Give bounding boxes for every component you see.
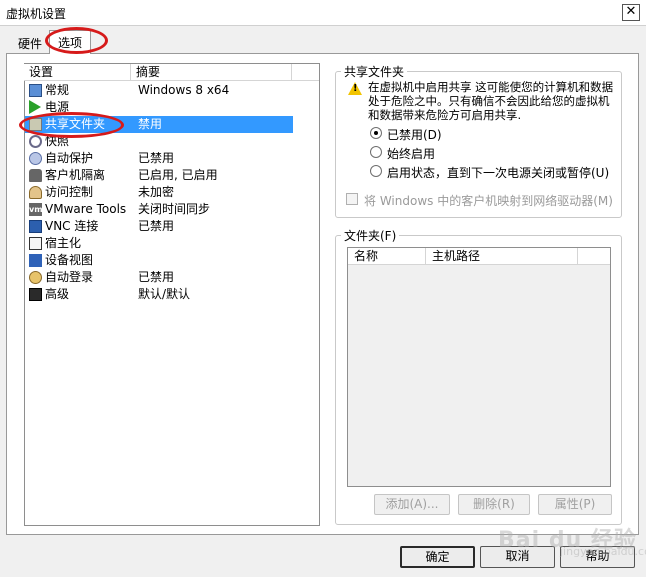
add-folder-button[interactable]: 添加(A)... (374, 494, 450, 515)
title-bar: 虚拟机设置 ✕ (0, 0, 646, 26)
folder-properties-button[interactable]: 属性(P) (538, 494, 612, 515)
warning-glyph: ! (353, 83, 358, 94)
settings-row-vmware-tools[interactable]: vm VMware Tools 关闭时间同步 (25, 201, 293, 218)
device-view-icon (29, 254, 42, 267)
radio-always-enabled[interactable] (370, 146, 382, 158)
settings-row-isolation[interactable]: 客户机隔离 已启用, 已启用 (25, 167, 293, 184)
radio-disabled-label[interactable]: 已禁用(D) (387, 126, 442, 143)
ok-button[interactable]: 确定 (400, 546, 475, 568)
row-summary: 已禁用 (138, 219, 175, 233)
close-button[interactable]: ✕ (622, 4, 640, 21)
settings-list-header: 设置 摘要 (24, 64, 319, 81)
row-name: 常规 (45, 83, 70, 97)
row-summary: 禁用 (138, 117, 163, 131)
row-summary: 关闭时间同步 (138, 202, 211, 216)
access-control-icon (29, 186, 42, 199)
map-network-drive-label[interactable]: 将 Windows 中的客户机映射到网络驱动器(M) (364, 192, 613, 209)
row-name: 自动登录 (45, 270, 94, 284)
row-name: VNC 连接 (45, 219, 99, 233)
settings-row-power[interactable]: 电源 (25, 99, 293, 116)
row-name: 访问控制 (45, 185, 94, 199)
map-network-drive-checkbox[interactable] (346, 193, 358, 205)
guest-icon (29, 237, 42, 250)
settings-row-advanced[interactable]: 高级 默认/默认 (25, 286, 293, 303)
row-name: 宿主化 (45, 236, 82, 250)
row-summary: 未加密 (138, 185, 175, 199)
column-header-name[interactable]: 名称 (348, 248, 426, 265)
settings-row-autoprotect[interactable]: 自动保护 已禁用 (25, 150, 293, 167)
settings-row-shared-folders[interactable]: 共享文件夹 禁用 (25, 116, 293, 133)
tab-options[interactable]: 选项 (49, 30, 92, 54)
radio-always-enabled-label[interactable]: 始终启用 (387, 145, 435, 162)
row-summary: 已禁用 (138, 151, 175, 165)
radio-disabled[interactable] (370, 127, 382, 139)
row-name: 共享文件夹 (45, 117, 106, 131)
row-summary: 已禁用 (138, 270, 175, 284)
row-name: 电源 (45, 100, 70, 114)
row-name: 快照 (45, 134, 70, 148)
settings-row-access-control[interactable]: 访问控制 未加密 (25, 184, 293, 201)
settings-row-snapshot[interactable]: 快照 (25, 133, 293, 150)
row-name: VMware Tools (45, 202, 127, 216)
settings-row-guest[interactable]: 宿主化 (25, 235, 293, 252)
column-header-summary[interactable]: 摘要 (131, 64, 292, 81)
settings-row-device-view[interactable]: 设备视图 (25, 252, 293, 269)
settings-row-vnc[interactable]: VNC 连接 已禁用 (25, 218, 293, 235)
row-summary: 默认/默认 (138, 287, 191, 301)
warning-text: 在虚拟机中启用共享 这可能使您的计算机和数据处于危险之中。只有确信不会因此给您的… (368, 80, 614, 122)
folders-table-header: 名称 主机路径 (348, 248, 610, 265)
row-name: 设备视图 (45, 253, 94, 267)
radio-enabled-until-off[interactable] (370, 165, 382, 177)
autoprotect-icon (29, 152, 42, 165)
shared-folders-group-label: 共享文件夹 (341, 63, 408, 80)
isolation-icon (29, 169, 42, 182)
vnc-icon (29, 220, 42, 233)
folders-table[interactable] (347, 247, 611, 487)
row-name: 自动保护 (45, 151, 94, 165)
row-name: 高级 (45, 287, 70, 301)
vmware-tools-icon: vm (29, 203, 43, 216)
column-header-host-path[interactable]: 主机路径 (426, 248, 578, 265)
settings-row-autologin[interactable]: 自动登录 已禁用 (25, 269, 293, 286)
window-title: 虚拟机设置 (6, 7, 67, 21)
settings-row-general[interactable]: 常规 Windows 8 x64 (25, 82, 293, 99)
row-name: 客户机隔离 (45, 168, 106, 182)
power-icon (29, 100, 41, 114)
column-header-setting[interactable]: 设置 (24, 64, 131, 81)
advanced-icon (29, 288, 42, 301)
folders-group-label: 文件夹(F) (341, 227, 400, 244)
monitor-icon (29, 84, 42, 97)
autologin-icon (29, 271, 42, 284)
watermark-sub: jingyan.baidu.com (560, 545, 646, 558)
snapshot-icon (29, 135, 42, 148)
radio-enabled-until-off-label[interactable]: 启用状态，直到下一次电源关闭或暂停(U) (387, 164, 609, 181)
tab-hardware[interactable]: 硬件 (12, 32, 48, 54)
row-summary: Windows 8 x64 (138, 83, 230, 97)
remove-folder-button[interactable]: 删除(R) (458, 494, 530, 515)
shared-folder-icon (29, 118, 42, 131)
row-summary: 已启用, 已启用 (138, 168, 218, 182)
